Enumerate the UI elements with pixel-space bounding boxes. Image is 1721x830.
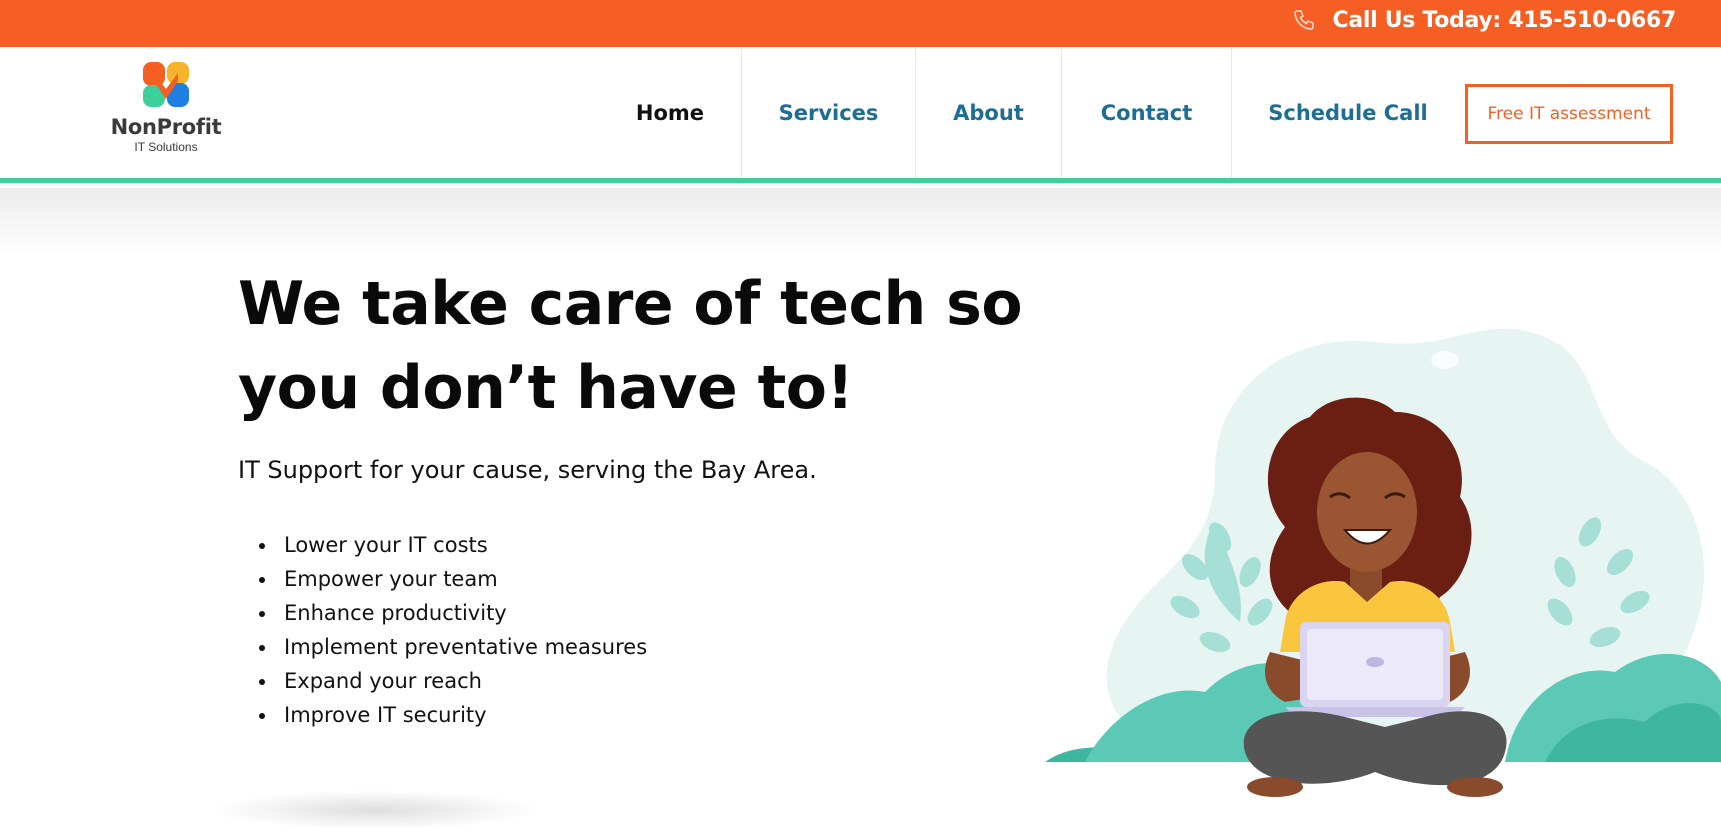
hero-shade: [0, 188, 1721, 258]
list-item: Implement preventative measures: [278, 630, 647, 664]
free-it-assessment-button[interactable]: Free IT assessment: [1465, 84, 1673, 144]
hero-headline: We take care of tech so you don’t have t…: [238, 269, 1023, 423]
call-us-text: Call Us Today: 415-510-0667: [1332, 7, 1676, 33]
logo-subtitle: IT Solutions: [134, 140, 198, 154]
phone-icon: [1292, 8, 1316, 32]
call-us-link[interactable]: Call Us Today: 415-510-0667: [1292, 0, 1676, 40]
nav-contact[interactable]: Contact: [1062, 47, 1231, 178]
hero-illustration: [1045, 322, 1721, 815]
list-item: Empower your team: [278, 562, 647, 596]
woman-with-laptop-illustration: [1045, 328, 1721, 797]
site-header: NonProfit IT Solutions Home Services Abo…: [0, 47, 1721, 183]
nav-home[interactable]: Home: [615, 47, 725, 178]
section-shadow: [210, 790, 540, 830]
nav-schedule-call[interactable]: Schedule Call: [1232, 47, 1464, 178]
nav-services[interactable]: Services: [742, 47, 915, 178]
list-item: Expand your reach: [278, 664, 647, 698]
logo-name: NonProfit: [110, 115, 222, 139]
top-bar: Call Us Today: 415-510-0667: [0, 0, 1721, 47]
site-logo[interactable]: NonProfit IT Solutions: [106, 59, 226, 171]
list-item: Lower your IT costs: [278, 528, 647, 562]
list-item: Improve IT security: [278, 698, 647, 732]
benefits-list: Lower your IT costs Empower your team En…: [257, 528, 647, 732]
list-item: Enhance productivity: [278, 596, 647, 630]
nav-about[interactable]: About: [916, 47, 1061, 178]
logo-mark-icon: [106, 59, 226, 111]
hero-tagline: IT Support for your cause, serving the B…: [238, 456, 817, 484]
header-accent-line: [0, 178, 1721, 183]
